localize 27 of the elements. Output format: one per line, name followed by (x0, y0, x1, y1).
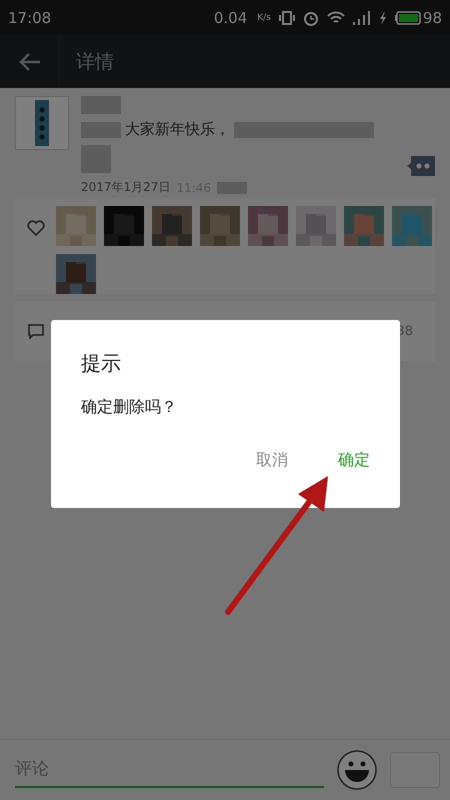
page-title: 详情 (76, 50, 114, 74)
post-text: 大家新年快乐， (125, 120, 230, 139)
avatar-thumbnail[interactable] (15, 96, 69, 150)
alarm-icon (302, 10, 319, 26)
emoji-icon[interactable] (336, 749, 378, 791)
clock-time: 17:08 (8, 8, 52, 26)
battery-icon (394, 10, 421, 24)
wifi-icon (326, 10, 345, 24)
confirm-button[interactable]: 确定 (328, 444, 380, 477)
dialog-message: 确定删除吗？ (81, 397, 178, 418)
speed-unit: K/s (257, 12, 271, 22)
dialog-title: 提示 (81, 350, 122, 377)
battery-level: 98 (422, 8, 442, 26)
back-icon[interactable] (18, 52, 40, 70)
post-date: 2017年1月27日 (81, 179, 170, 196)
cancel-button[interactable]: 取消 (246, 444, 298, 477)
redacted-block (81, 96, 121, 114)
charging-icon (378, 10, 387, 24)
heart-icon (26, 220, 45, 236)
redacted-block (81, 145, 111, 173)
redacted-block (81, 122, 121, 138)
network-speed: 0.04 (214, 8, 248, 26)
vibrate-icon (278, 10, 295, 24)
more-comment-icon[interactable] (407, 156, 435, 176)
signal-icon (352, 10, 371, 24)
redacted-block (217, 182, 248, 194)
comment-icon (28, 324, 44, 338)
